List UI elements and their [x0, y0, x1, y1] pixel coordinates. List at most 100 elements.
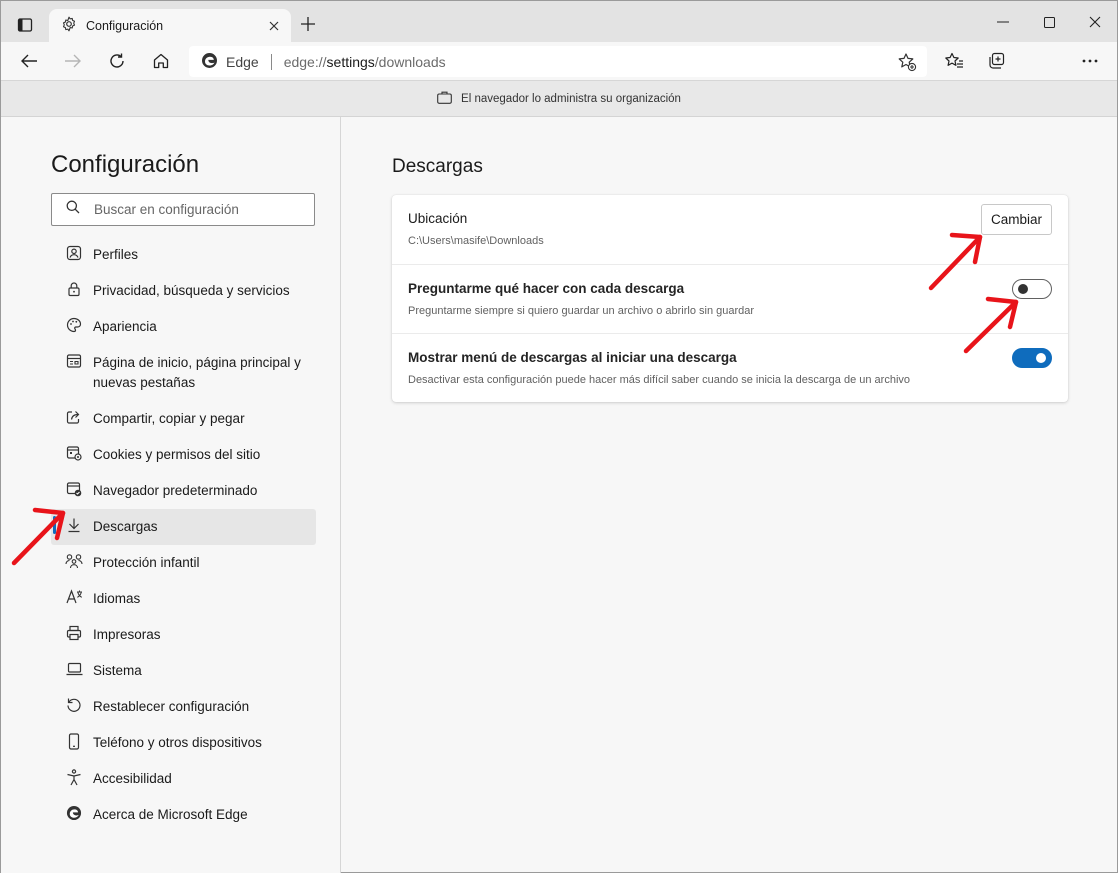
forward-icon[interactable]	[57, 46, 89, 76]
sidebar-item-label: Navegador predeterminado	[93, 483, 258, 498]
phone-icon	[65, 732, 83, 750]
sidebar-item-share[interactable]: Compartir, copiar y pegar	[51, 401, 316, 437]
managed-text: El navegador lo administra su organizaci…	[461, 92, 681, 105]
default-browser-icon	[65, 480, 83, 498]
ask-description: Preguntarme siempre si quiero guardar un…	[408, 305, 755, 317]
sidebar-item-label: Compartir, copiar y pegar	[93, 411, 245, 426]
settings-nav: Perfiles Privacidad, búsqueda y servicio…	[51, 237, 316, 833]
toggle-knob	[1018, 284, 1028, 294]
ask-row: Preguntarme qué hacer con cada descarga …	[392, 264, 1068, 333]
page-title: Descargas	[392, 156, 483, 177]
search-input[interactable]	[94, 202, 294, 217]
sidebar-item-start-page[interactable]: Página de inicio, página principal y nue…	[51, 345, 316, 401]
url-protocol: edge://	[283, 53, 327, 70]
close-tab-icon[interactable]	[261, 13, 287, 39]
change-location-button[interactable]: Cambiar	[981, 204, 1052, 235]
laptop-icon	[65, 660, 83, 678]
sidebar-item-appearance[interactable]: Apariencia	[51, 309, 316, 345]
managed-banner[interactable]: El navegador lo administra su organizaci…	[1, 81, 1117, 117]
cookies-icon	[65, 444, 83, 462]
sidebar-item-label: Teléfono y otros dispositivos	[93, 735, 262, 750]
edge-logo-icon	[65, 804, 83, 822]
sidebar-item-phone[interactable]: Teléfono y otros dispositivos	[51, 725, 316, 761]
sidebar-item-about[interactable]: Acerca de Microsoft Edge	[51, 797, 316, 833]
tab-settings[interactable]: Configuración	[49, 9, 291, 42]
sidebar-item-family-safety[interactable]: Protección infantil	[51, 545, 316, 581]
address-bar[interactable]: Edge edge://settings/downloads	[189, 46, 927, 77]
minimize-icon[interactable]	[980, 7, 1026, 37]
sidebar-item-label: Restablecer configuración	[93, 699, 250, 714]
sidebar: Configuración Perfiles Privacidad, búsqu…	[1, 117, 341, 873]
sidebar-item-label: Perfiles	[93, 247, 139, 262]
sidebar-item-label: Impresoras	[93, 627, 161, 642]
sidebar-item-default-browser[interactable]: Navegador predeterminado	[51, 473, 316, 509]
sidebar-item-label: Descargas	[93, 519, 158, 534]
printer-icon	[65, 624, 83, 642]
sidebar-item-label: Sistema	[93, 663, 142, 678]
sidebar-item-system[interactable]: Sistema	[51, 653, 316, 689]
sidebar-item-label: Accesibilidad	[93, 771, 172, 786]
menu-row: Mostrar menú de descargas al iniciar una…	[392, 333, 1068, 402]
share-icon	[65, 408, 83, 426]
sidebar-item-languages[interactable]: Idiomas	[51, 581, 316, 617]
search-box[interactable]	[51, 193, 315, 226]
main-content: Descargas Ubicación C:\Users\masife\Down…	[342, 117, 1117, 873]
sidebar-item-label: Protección infantil	[93, 555, 200, 570]
sidebar-item-label: Idiomas	[93, 591, 141, 606]
menu-description: Desactivar esta configuración puede hace…	[408, 374, 911, 386]
sidebar-item-accessibility[interactable]: Accesibilidad	[51, 761, 316, 797]
profile-icon	[65, 244, 83, 262]
ask-title: Preguntarme qué hacer con cada descarga	[408, 281, 685, 296]
tab-actions-icon[interactable]	[11, 11, 39, 39]
add-favorite-icon[interactable]	[897, 52, 917, 75]
location-path: C:\Users\masife\Downloads	[408, 235, 544, 247]
menu-toggle[interactable]	[1012, 348, 1052, 368]
sidebar-item-privacy[interactable]: Privacidad, búsqueda y servicios	[51, 273, 316, 309]
toolbar: Edge edge://settings/downloads	[1, 42, 1117, 81]
language-icon	[65, 588, 83, 606]
url-host: settings	[326, 53, 375, 70]
sidebar-item-reset[interactable]: Restablecer configuración	[51, 689, 316, 725]
more-options-icon[interactable]	[1074, 46, 1106, 76]
maximize-icon[interactable]	[1026, 7, 1072, 37]
palette-icon	[65, 316, 83, 334]
gear-icon	[61, 16, 77, 35]
refresh-icon[interactable]	[101, 46, 133, 76]
sidebar-item-printers[interactable]: Impresoras	[51, 617, 316, 653]
family-icon	[65, 552, 83, 570]
edge-logo-icon	[201, 52, 218, 72]
menu-title: Mostrar menú de descargas al iniciar una…	[408, 350, 737, 365]
home-page-icon	[65, 352, 83, 370]
location-title: Ubicación	[408, 211, 468, 226]
tab-title: Configuración	[86, 18, 164, 33]
sidebar-item-label: Página de inicio, página principal y nue…	[93, 355, 301, 390]
search-icon	[66, 200, 80, 219]
reset-icon	[65, 696, 83, 714]
home-icon[interactable]	[145, 46, 177, 76]
brand-label: Edge	[226, 53, 259, 70]
sidebar-item-cookies[interactable]: Cookies y permisos del sitio	[51, 437, 316, 473]
download-icon	[65, 516, 83, 534]
ask-toggle[interactable]	[1012, 279, 1052, 299]
toggle-knob	[1036, 353, 1046, 363]
sidebar-title: Configuración	[51, 151, 200, 178]
sidebar-item-label: Apariencia	[93, 319, 157, 334]
sidebar-item-label: Cookies y permisos del sitio	[93, 447, 261, 462]
location-row: Ubicación C:\Users\masife\Downloads Camb…	[392, 195, 1068, 264]
title-bar: Configuración	[1, 1, 1117, 42]
address-divider	[270, 53, 272, 70]
url-path: /downloads	[374, 53, 446, 70]
sidebar-item-label: Privacidad, búsqueda y servicios	[93, 283, 290, 298]
downloads-card: Ubicación C:\Users\masife\Downloads Camb…	[392, 195, 1068, 402]
new-tab-icon[interactable]	[295, 11, 321, 37]
close-window-icon[interactable]	[1072, 7, 1118, 37]
accessibility-icon	[65, 768, 83, 786]
sidebar-item-downloads[interactable]: Descargas	[51, 509, 316, 545]
lock-icon	[65, 280, 83, 298]
sidebar-item-profiles[interactable]: Perfiles	[51, 237, 316, 273]
briefcase-icon	[437, 91, 452, 107]
collections-icon[interactable]	[982, 46, 1014, 76]
favorites-icon[interactable]	[938, 46, 970, 76]
back-icon[interactable]	[13, 46, 45, 76]
sidebar-item-label: Acerca de Microsoft Edge	[93, 807, 248, 822]
